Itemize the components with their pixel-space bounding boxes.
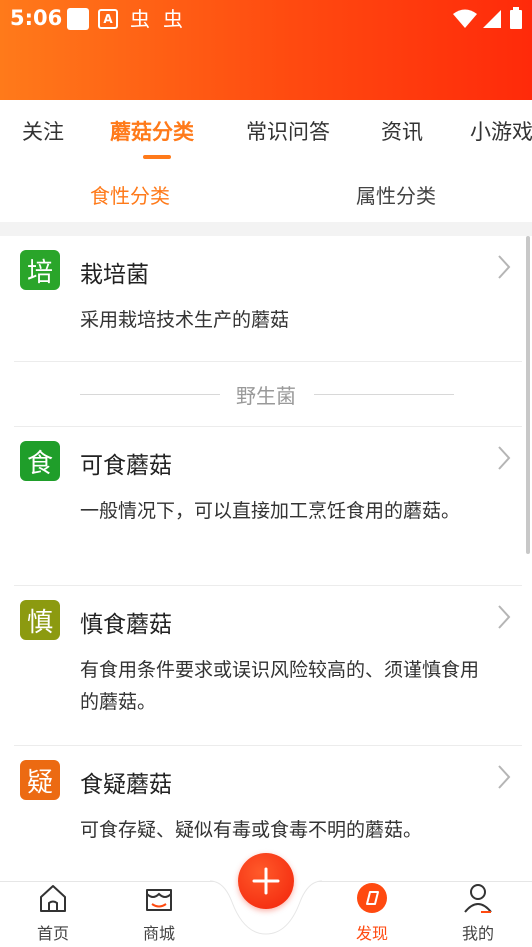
add-button[interactable] xyxy=(238,853,294,909)
tab-follow[interactable]: 关注 xyxy=(22,116,64,146)
item-description: 采用栽培技术生产的蘑菇 xyxy=(80,309,290,331)
tab-news[interactable]: 资讯 xyxy=(381,116,423,146)
chevron-right-icon xyxy=(498,765,511,789)
nav-label: 发现 xyxy=(355,924,388,943)
nav-label: 我的 xyxy=(461,924,494,943)
active-tab-indicator xyxy=(143,155,171,159)
divider-line-right xyxy=(314,394,454,395)
subtab-attribute[interactable]: 属性分类 xyxy=(356,180,436,209)
tab-mini-games[interactable]: 小游戏 xyxy=(470,116,532,146)
section-gap xyxy=(0,222,532,236)
nav-label: 首页 xyxy=(36,924,69,943)
signal-icon xyxy=(483,10,501,28)
chevron-right-icon xyxy=(498,255,511,279)
bug-notification-icon-2: 虫 xyxy=(163,7,183,31)
edible-badge: 食 xyxy=(20,441,60,481)
shop-icon xyxy=(146,889,172,911)
wifi-icon xyxy=(453,9,477,28)
nav-profile[interactable]: 我的 xyxy=(438,882,518,947)
caution-badge: 慎 xyxy=(20,600,60,640)
cultivated-badge: 培 xyxy=(20,250,60,290)
nav-label: 商城 xyxy=(142,924,175,943)
chevron-right-icon xyxy=(498,446,511,470)
doubtful-badge: 疑 xyxy=(20,760,60,800)
discover-icon xyxy=(357,883,387,913)
list-item-edible[interactable]: 食 可食蘑菇 一般情况下，可以直接加工烹饪食用的蘑菇。 xyxy=(14,426,522,586)
notification-app-icon xyxy=(67,8,89,30)
item-title: 慎食蘑菇 xyxy=(80,612,172,638)
wild-divider: 野生菌 xyxy=(0,362,532,426)
item-description: 可食存疑、疑似有毒或食毒不明的蘑菇。 xyxy=(80,819,423,841)
item-description: 一般情况下，可以直接加工烹饪食用的蘑菇。 xyxy=(80,500,461,522)
category-list: 培 栽培菌 采用栽培技术生产的蘑菇 野生菌 食 可食蘑菇 一般情况下，可以直接加… xyxy=(0,236,532,881)
nav-home[interactable]: 首页 xyxy=(13,882,93,947)
nav-discover[interactable]: 发现 xyxy=(332,882,412,947)
sub-tabs: 食性分类 属性分类 xyxy=(0,166,532,222)
bug-notification-icon: 虫 xyxy=(130,7,150,31)
nav-shop[interactable]: 商城 xyxy=(119,882,199,947)
status-time: 5:06 xyxy=(10,6,63,30)
plus-icon xyxy=(252,867,280,895)
list-scrollbar[interactable] xyxy=(526,236,530,554)
list-item-cultivated[interactable]: 培 栽培菌 采用栽培技术生产的蘑菇 xyxy=(14,236,522,362)
item-description: 有食用条件要求或误识风险较高的、须谨慎食用的蘑菇。 xyxy=(80,659,480,713)
item-title: 食疑蘑菇 xyxy=(80,772,172,798)
category-tabs: 关注 蘑菇分类 常识问答 资讯 小游戏 xyxy=(0,100,532,162)
tab-qa[interactable]: 常识问答 xyxy=(246,116,330,146)
home-icon xyxy=(40,885,66,912)
profile-icon xyxy=(464,884,492,913)
battery-icon xyxy=(510,7,522,29)
a-notification-icon: A xyxy=(98,9,118,29)
item-title: 可食蘑菇 xyxy=(80,453,172,479)
list-item-caution[interactable]: 慎 慎食蘑菇 有食用条件要求或误识风险较高的、须谨慎食用的蘑菇。 xyxy=(14,586,522,746)
app-header: 5:06 A 虫 虫 xyxy=(0,0,532,100)
item-title: 栽培菌 xyxy=(80,262,149,288)
chevron-right-icon xyxy=(498,605,511,629)
subtab-edibility[interactable]: 食性分类 xyxy=(90,180,170,209)
tab-mushroom-category[interactable]: 蘑菇分类 xyxy=(110,116,194,146)
